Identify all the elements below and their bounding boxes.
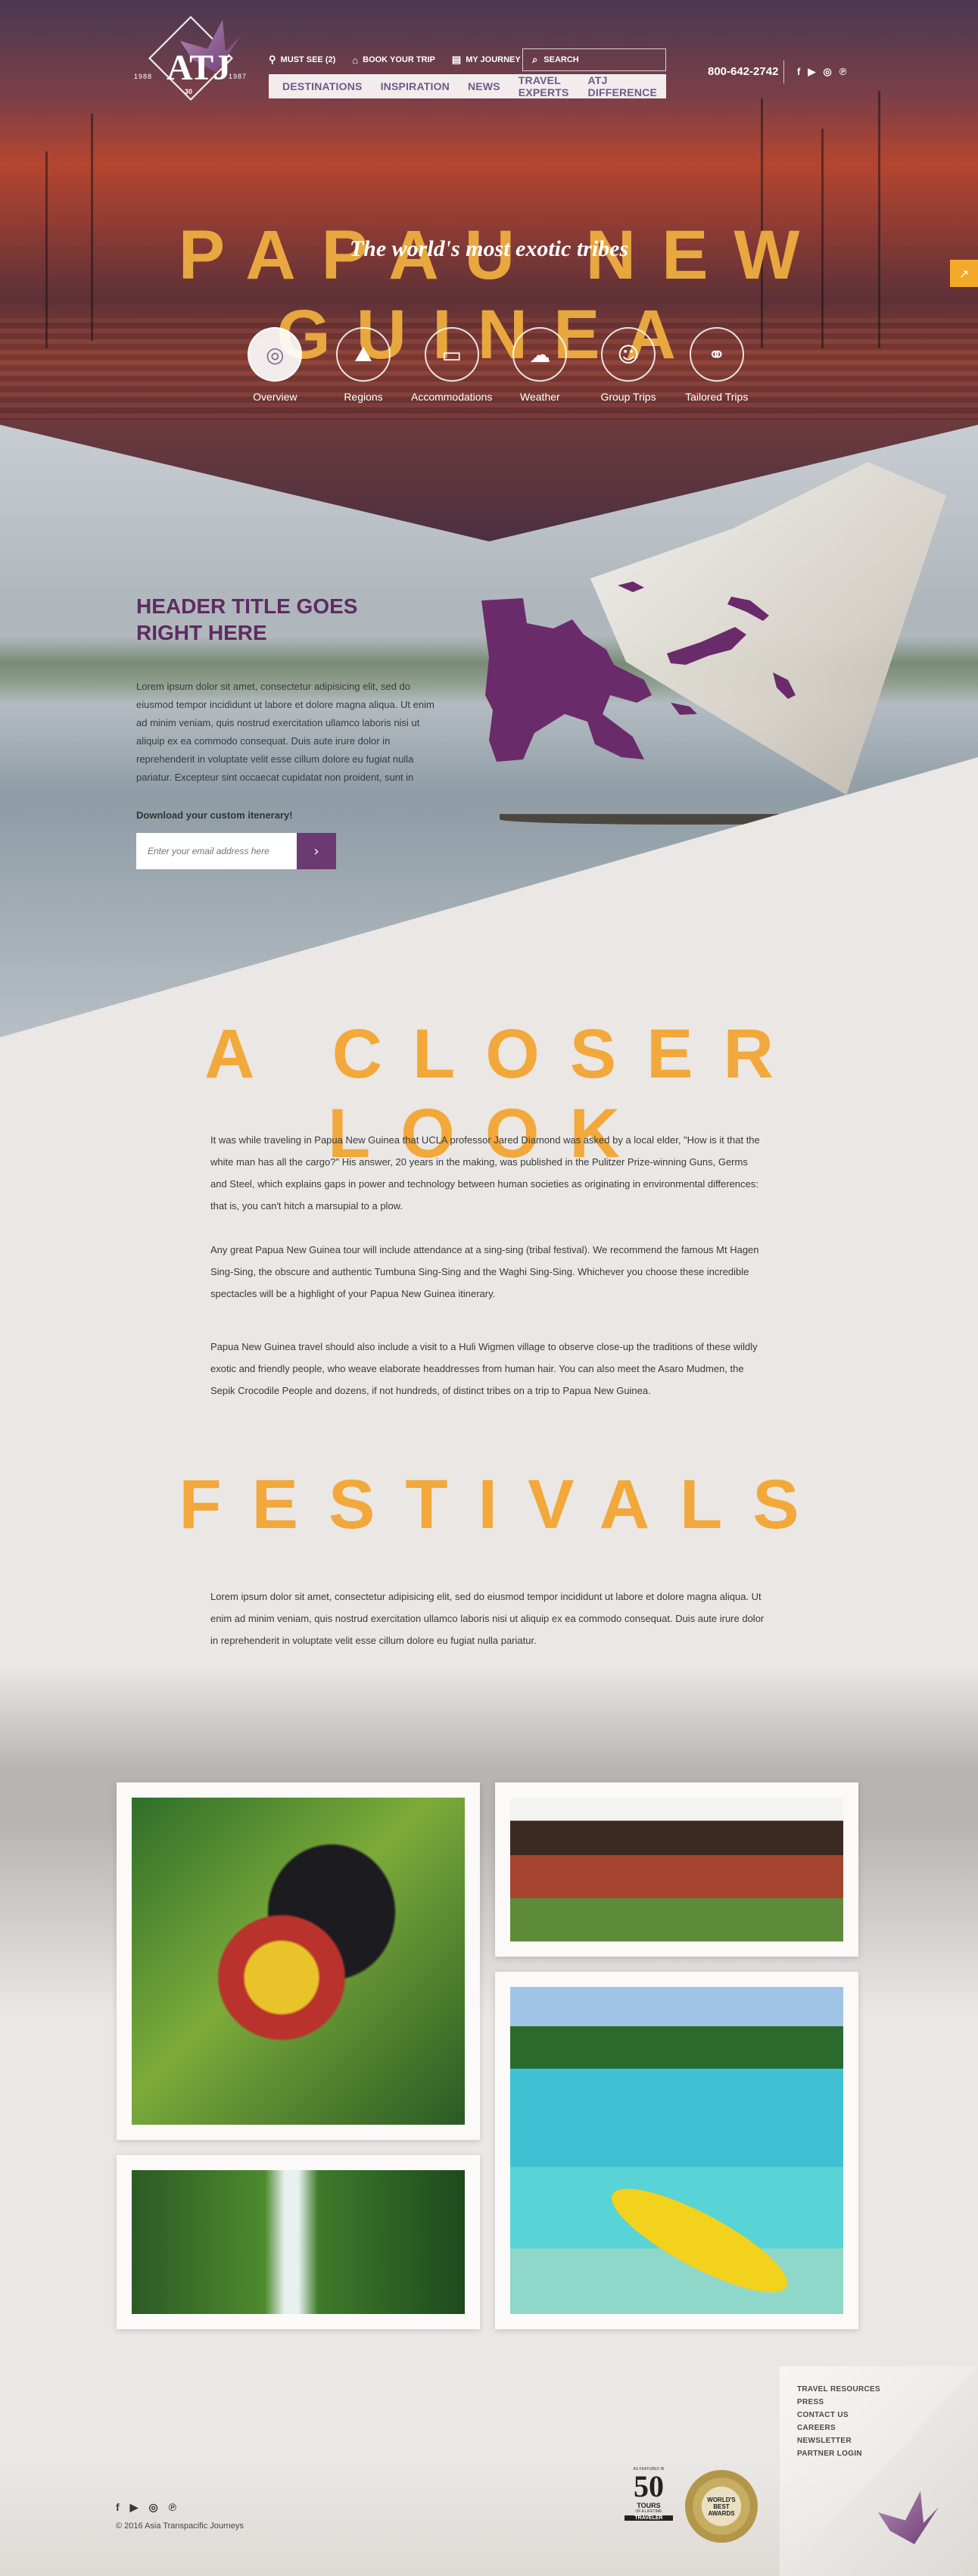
footer-link-careers[interactable]: CAREERS xyxy=(797,2424,880,2432)
nav-inspiration[interactable]: INSPIRATION xyxy=(381,80,450,92)
mountain-icon: ⛰ xyxy=(336,327,391,382)
kayak-beach-photo xyxy=(510,1987,843,2314)
award-number: 50 xyxy=(634,2469,664,2503)
map-mainland xyxy=(481,598,652,762)
intro-title: HEADER TITLE GOES RIGHT HERE xyxy=(136,594,358,644)
my-journey-link[interactable]: ▤ MY JOURNEY xyxy=(452,54,521,66)
must-see-label: MUST SEE (2) xyxy=(280,55,336,64)
award-brand: TRAVELER xyxy=(624,2515,673,2521)
social-links-footer: f ▶ ◎ ℗ xyxy=(116,2501,176,2514)
tribesman-photo xyxy=(132,1798,465,2125)
gallery-photo-card[interactable] xyxy=(495,1782,858,1957)
group-icon: ☺ xyxy=(601,327,656,382)
tag-icon: ⌂ xyxy=(352,54,359,66)
pin-icon: ⚲ xyxy=(269,54,276,65)
main-nav: DESTINATIONS INSPIRATION NEWS TRAVEL EXP… xyxy=(269,74,666,98)
closer-look-paragraph: Any great Papua New Guinea tour will inc… xyxy=(210,1244,759,1299)
map-new-britain xyxy=(667,627,746,665)
pinterest-icon[interactable]: ℗ xyxy=(169,2501,176,2514)
closer-look-paragraph: It was while traveling in Papua New Guin… xyxy=(210,1134,760,1212)
map-island xyxy=(618,582,644,592)
category-label: Tailored Trips xyxy=(685,391,749,403)
youtube-icon[interactable]: ▶ xyxy=(808,66,815,78)
category-weather[interactable]: ☁ Weather xyxy=(496,327,584,403)
worlds-best-award: WORLD'S BEST AWARDS xyxy=(685,2470,758,2543)
header-divider xyxy=(783,61,784,83)
footer-link-newsletter[interactable]: NEWSLETTER xyxy=(797,2437,880,2445)
festivals-paragraph: Lorem ipsum dolor sit amet, consectetur … xyxy=(210,1591,765,1646)
copyright: © 2016 Asia Transpacific Journeys xyxy=(116,2521,244,2531)
sun-cloud-icon: ☁ xyxy=(512,327,568,382)
award-line: TOURS xyxy=(637,2502,661,2509)
fifty-tours-award: AS FEATURED IN 50 TOURS OF A LIFETIME TR… xyxy=(624,2467,673,2521)
nav-news[interactable]: NEWS xyxy=(468,80,500,92)
category-label: Regions xyxy=(344,391,383,403)
email-field[interactable] xyxy=(136,833,297,869)
gallery-photo-card[interactable] xyxy=(495,1972,858,2329)
search-label: SEARCH xyxy=(544,55,579,64)
category-overview[interactable]: ◎ Overview xyxy=(231,327,319,403)
map-bougainville xyxy=(773,672,796,699)
custom-icon: ⚭ xyxy=(689,327,744,382)
category-nav: ◎ Overview ⛰ Regions ▭ Accommodations ☁ … xyxy=(231,327,761,403)
map-new-ireland xyxy=(727,597,769,621)
my-journey-label: MY JOURNEY xyxy=(466,55,521,64)
intro-body: Lorem ipsum dolor sit amet, consectetur … xyxy=(136,681,434,783)
utility-bar: ⚲ MUST SEE (2) ⌂ BOOK YOUR TRIP ▤ MY JOURNE… xyxy=(269,48,537,71)
sing-sing-photo xyxy=(510,1798,843,1941)
instagram-icon[interactable]: ◎ xyxy=(823,66,831,78)
award-text: WORLD'S BEST AWARDS xyxy=(707,2496,736,2517)
nav-destinations[interactable]: DESTINATIONS xyxy=(282,80,363,92)
search-box[interactable]: ⌕ SEARCH xyxy=(522,48,666,71)
gallery-photo-card[interactable] xyxy=(117,1782,480,2140)
social-links-header: f ▶ ◎ ℗ xyxy=(797,66,846,78)
category-tailored-trips[interactable]: ⚭ Tailored Trips xyxy=(672,327,761,403)
footer-link-travel-resources[interactable]: TRAVEL RESOURCES xyxy=(797,2385,880,2394)
youtube-icon[interactable]: ▶ xyxy=(130,2501,139,2514)
logo-text: ATJ xyxy=(167,48,231,88)
must-see-link[interactable]: ⚲ MUST SEE (2) xyxy=(269,54,335,66)
category-group-trips[interactable]: ☺ Group Trips xyxy=(584,327,673,403)
map-island xyxy=(671,703,697,715)
logo-badge: 30 xyxy=(185,88,193,95)
category-label: Weather xyxy=(520,391,560,403)
category-accommodations[interactable]: ▭ Accommodations xyxy=(407,327,496,403)
footer-link-partner-login[interactable]: PARTNER LOGIN xyxy=(797,2450,880,2458)
pinterest-icon[interactable]: ℗ xyxy=(839,66,847,78)
facebook-icon[interactable]: f xyxy=(797,66,800,78)
footer-link-contact[interactable]: CONTACT US xyxy=(797,2411,880,2419)
bed-icon: ▭ xyxy=(424,327,479,382)
search-icon: ⌕ xyxy=(532,54,538,65)
globe-icon: ◎ xyxy=(248,327,303,382)
logo-year-right: 1987 xyxy=(229,73,248,80)
logo-year-left: 1988 xyxy=(134,73,153,80)
category-label: Accommodations xyxy=(410,391,493,403)
footer-links: TRAVEL RESOURCES PRESS CONTACT US CAREER… xyxy=(797,2385,880,2462)
category-label: Group Trips xyxy=(600,391,656,403)
nav-atj-difference[interactable]: ATJ DIFFERENCE xyxy=(588,74,657,98)
share-icon[interactable]: ↗ xyxy=(950,260,978,287)
atj-logo[interactable]: ✦ ATJ 1988 1987 30 xyxy=(115,15,266,106)
papua-new-guinea-map xyxy=(481,582,796,762)
footer-link-press[interactable]: PRESS xyxy=(797,2398,880,2406)
book-trip-link[interactable]: ⌂ BOOK YOUR TRIP xyxy=(352,55,435,66)
waterfall-photo xyxy=(132,2170,465,2314)
award-subline: OF A LIFETIME xyxy=(635,2509,662,2514)
download-label: Download your custom itenerary! xyxy=(136,809,293,821)
submit-arrow-button[interactable]: › xyxy=(297,833,336,869)
category-label: Overview xyxy=(253,391,297,403)
instagram-icon[interactable]: ◎ xyxy=(148,2501,157,2514)
festivals-heading: FESTIVALS xyxy=(179,1466,830,1543)
hero-subtitle: The world's most exotic tribes xyxy=(349,236,629,261)
facebook-icon[interactable]: f xyxy=(116,2501,120,2514)
gallery-photo-card[interactable] xyxy=(117,2155,480,2329)
phone-number[interactable]: 800-642-2742 xyxy=(708,65,778,78)
map-icon: ▤ xyxy=(451,54,462,65)
book-trip-label: BOOK YOUR TRIP xyxy=(363,55,435,64)
nav-travel-experts[interactable]: TRAVEL EXPERTS xyxy=(519,74,570,98)
category-regions[interactable]: ⛰ Regions xyxy=(319,327,408,403)
closer-look-paragraph: Papua New Guinea travel should also incl… xyxy=(210,1341,758,1396)
